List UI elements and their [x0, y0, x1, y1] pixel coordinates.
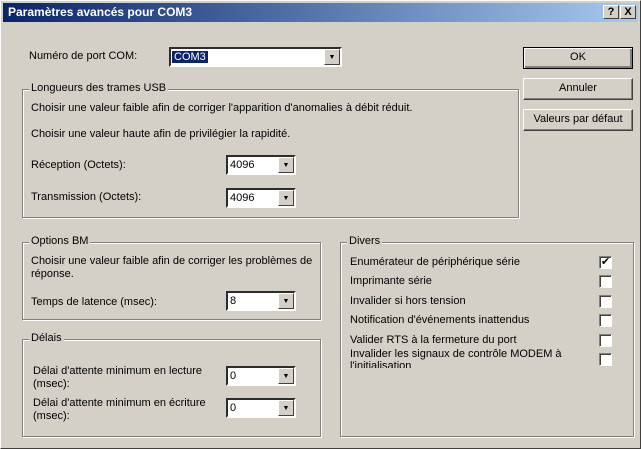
chevron-down-icon[interactable]: ▼ — [278, 157, 294, 173]
bm-group-title: Options BM — [29, 235, 91, 247]
usb-hint-low: Choisir une valeur faible afin de corrig… — [31, 102, 413, 114]
chevron-down-icon[interactable]: ▼ — [278, 293, 294, 309]
cancel-button[interactable]: Annuler — [523, 78, 633, 100]
delays-group: Délais Délai d'attente minimum en lectur… — [22, 332, 321, 437]
write-delay-label-line1: Délai d'attente minimum en écriture — [33, 397, 206, 409]
serial-printer-checkbox[interactable] — [599, 275, 612, 288]
misc-item-label: Invalider les signaux de contrôle MODEM … — [350, 348, 562, 360]
help-button[interactable]: ? — [603, 5, 619, 19]
unexpected-events-checkbox[interactable] — [599, 314, 612, 327]
chevron-down-icon[interactable]: ▼ — [278, 368, 294, 384]
read-delay-value: 0 — [230, 370, 237, 382]
misc-group: Divers Enumérateur de périphérique série… — [340, 235, 634, 437]
tx-label: Transmission (Octets): — [31, 191, 142, 203]
latency-label: Temps de latence (msec): — [31, 296, 157, 308]
enumerator-checkbox[interactable]: ✔ — [599, 256, 612, 269]
write-delay-select[interactable]: 0 ▼ — [226, 398, 296, 418]
ok-button[interactable]: OK — [523, 47, 633, 69]
tx-select[interactable]: 4096 ▼ — [226, 188, 296, 208]
misc-group-title: Divers — [347, 235, 383, 247]
latency-select[interactable]: 8 ▼ — [226, 291, 296, 311]
chevron-down-icon[interactable]: ▼ — [278, 400, 294, 416]
latency-value: 8 — [230, 295, 237, 307]
modem-label-clip: Invalider les signaux de contrôle MODEM … — [350, 348, 580, 368]
misc-item-label: Notification d'événements inattendus — [350, 314, 530, 326]
usb-group-title: Longueurs des trames USB — [29, 82, 169, 94]
bm-options-group: Options BM Choisir une valeur faible afi… — [22, 235, 321, 320]
defaults-button[interactable]: Valeurs par défaut — [523, 109, 633, 131]
rx-select[interactable]: 4096 ▼ — [226, 155, 296, 175]
misc-item-label: Valider RTS à la fermeture du port — [350, 334, 517, 346]
delays-group-title: Délais — [29, 332, 64, 344]
window-title: Paramètres avancés pour COM3 — [8, 5, 193, 19]
misc-item-label: Imprimante série — [350, 275, 432, 287]
port-label: Numéro de port COM: — [29, 50, 138, 62]
modem-init-checkbox[interactable] — [599, 353, 612, 366]
power-off-checkbox[interactable] — [599, 295, 612, 308]
chevron-down-icon[interactable]: ▼ — [278, 190, 294, 206]
tx-value: 4096 — [230, 192, 255, 204]
read-delay-label-line2: (msec): — [33, 378, 70, 390]
misc-item-label: Invalider si hors tension — [350, 295, 466, 307]
port-select[interactable]: COM3 ▼ — [169, 47, 342, 67]
write-delay-value: 0 — [230, 402, 237, 414]
read-delay-label-line1: Délai d'attente minimum en lecture — [33, 365, 203, 377]
write-delay-label-line2: (msec): — [33, 410, 70, 422]
bm-hint-line1: Choisir une valeur faible afin de corrig… — [31, 255, 313, 267]
usb-frame-group: Longueurs des trames USB Choisir une val… — [22, 82, 519, 218]
chevron-down-icon[interactable]: ▼ — [324, 49, 340, 65]
title-bar[interactable]: Paramètres avancés pour COM3 ? X — [3, 3, 638, 22]
dialog-window: Paramètres avancés pour COM3 ? X Numéro … — [0, 0, 641, 449]
rx-label: Réception (Octets): — [31, 159, 126, 171]
rts-close-checkbox[interactable] — [599, 334, 612, 347]
check-icon: ✔ — [600, 256, 611, 268]
rx-value: 4096 — [230, 159, 255, 171]
misc-item-label: l'initialisation — [350, 360, 412, 368]
usb-hint-high: Choisir une valeur haute afin de privilé… — [31, 128, 291, 140]
misc-item-label: Enumérateur de périphérique série — [350, 256, 520, 268]
bm-hint-line2: réponse. — [31, 268, 74, 280]
close-button[interactable]: X — [620, 5, 636, 19]
port-value: COM3 — [172, 51, 208, 63]
read-delay-select[interactable]: 0 ▼ — [226, 366, 296, 386]
